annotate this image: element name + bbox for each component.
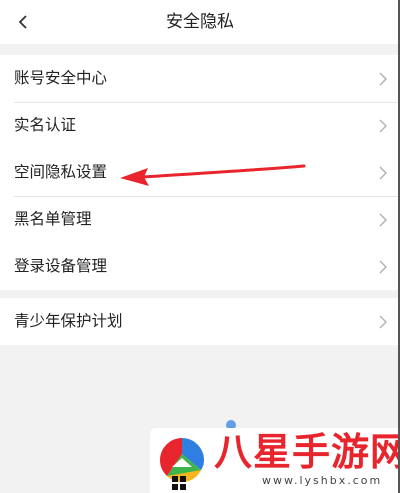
chevron-right-icon (379, 213, 388, 227)
chevron-right-icon (379, 166, 388, 180)
chevron-right-icon (379, 72, 388, 86)
settings-group-account: 账号安全中心 实名认证 (0, 55, 400, 149)
settings-page: 安全隐私 账号安全中心 实名认证 空间隐私设置 黑名单管理 登录设备管理 青少年… (0, 0, 400, 493)
settings-group-devices: 登录设备管理 (0, 243, 400, 290)
page-title: 安全隐私 (166, 12, 234, 32)
site-watermark: 八星手游网 www.lyshbx.com (150, 428, 400, 493)
settings-group-privacy: 空间隐私设置 黑名单管理 (0, 149, 400, 243)
settings-item-label: 空间隐私设置 (14, 163, 108, 181)
settings-item-space-privacy[interactable]: 空间隐私设置 (0, 149, 400, 196)
nav-bar: 安全隐私 (0, 0, 400, 44)
site-url: www.lyshbx.com (262, 474, 383, 487)
settings-group-youth: 青少年保护计划 (0, 298, 400, 345)
site-name: 八星手游网 (214, 430, 400, 474)
settings-item-label: 账号安全中心 (14, 69, 108, 87)
chevron-right-icon (379, 260, 388, 274)
chevron-right-icon (379, 315, 388, 329)
settings-item-label: 实名认证 (14, 116, 77, 134)
settings-item-login-devices[interactable]: 登录设备管理 (0, 243, 400, 290)
settings-item-label: 登录设备管理 (14, 257, 108, 275)
windows-icon (172, 476, 186, 490)
settings-item-label: 黑名单管理 (14, 210, 92, 228)
settings-item-youth-protection[interactable]: 青少年保护计划 (0, 298, 400, 345)
settings-item-account-security[interactable]: 账号安全中心 (0, 55, 400, 102)
settings-item-real-name[interactable]: 实名认证 (0, 102, 400, 149)
chevron-right-icon (379, 119, 388, 133)
settings-item-blacklist[interactable]: 黑名单管理 (0, 196, 400, 243)
settings-item-label: 青少年保护计划 (14, 312, 123, 330)
